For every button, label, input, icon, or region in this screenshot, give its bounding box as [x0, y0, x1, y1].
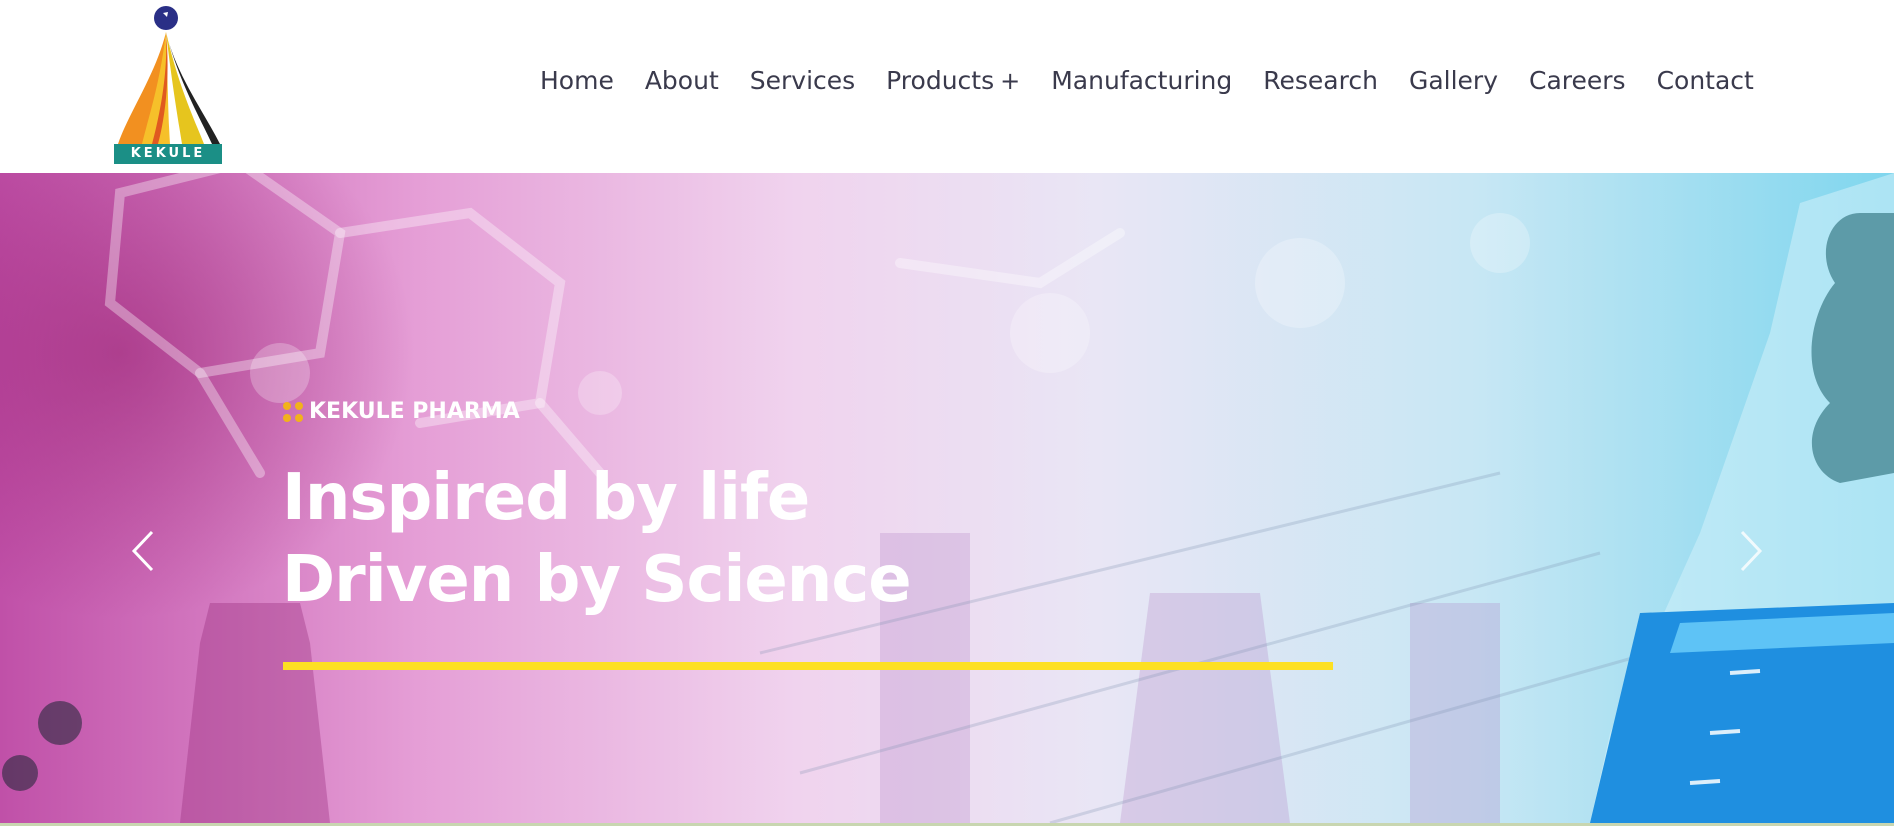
nav-research[interactable]: Research	[1263, 66, 1378, 95]
nav-about[interactable]: About	[645, 66, 719, 95]
nav-research-label: Research	[1263, 66, 1378, 95]
plus-icon[interactable]: +	[1000, 67, 1020, 95]
nav-gallery[interactable]: Gallery	[1409, 66, 1498, 95]
nav-careers[interactable]: Careers	[1529, 66, 1626, 95]
site-header: KEKULE Home About Services Products + Ma…	[0, 0, 1894, 173]
hero-eyebrow: KEKULE PHARMA	[283, 399, 520, 424]
nav-manufacturing[interactable]: Manufacturing	[1051, 66, 1232, 95]
nav-manufacturing-label: Manufacturing	[1051, 66, 1233, 95]
nav-careers-label: Careers	[1529, 66, 1626, 95]
nav-services-label: Services	[749, 66, 856, 95]
nav-contact[interactable]: Contact	[1657, 66, 1754, 95]
slide-progress-fill	[283, 662, 1333, 670]
kekule-logo[interactable]: KEKULE	[108, 4, 228, 166]
chevron-left-icon[interactable]	[128, 528, 158, 574]
headline-line-2: Driven by Science	[282, 543, 912, 617]
dots-icon	[283, 401, 303, 422]
nav-about-label: About	[644, 66, 719, 95]
nav-gallery-label: Gallery	[1408, 66, 1498, 95]
eyebrow-text: KEKULE PHARMA	[309, 399, 520, 424]
logo-flask-icon	[114, 6, 222, 164]
headline-line-1: Inspired by life	[282, 461, 810, 535]
logo-wordmark: KEKULE	[130, 146, 206, 161]
nav-products[interactable]: Products +	[886, 66, 1020, 95]
main-nav: Home About Services Products + Manufactu…	[540, 66, 1754, 95]
slide-progress-bar	[283, 662, 1333, 670]
nav-services[interactable]: Services	[750, 66, 855, 95]
nav-home-label: Home	[540, 66, 614, 95]
hero-slider: KEKULE PHARMA Inspired by life Driven by…	[0, 173, 1894, 823]
nav-products-label: Products	[886, 66, 995, 95]
nav-contact-label: Contact	[1656, 66, 1754, 95]
chevron-right-icon[interactable]	[1736, 528, 1766, 574]
hero-headline: Inspired by life Driven by Science	[282, 457, 912, 621]
nav-home[interactable]: Home	[540, 66, 614, 95]
